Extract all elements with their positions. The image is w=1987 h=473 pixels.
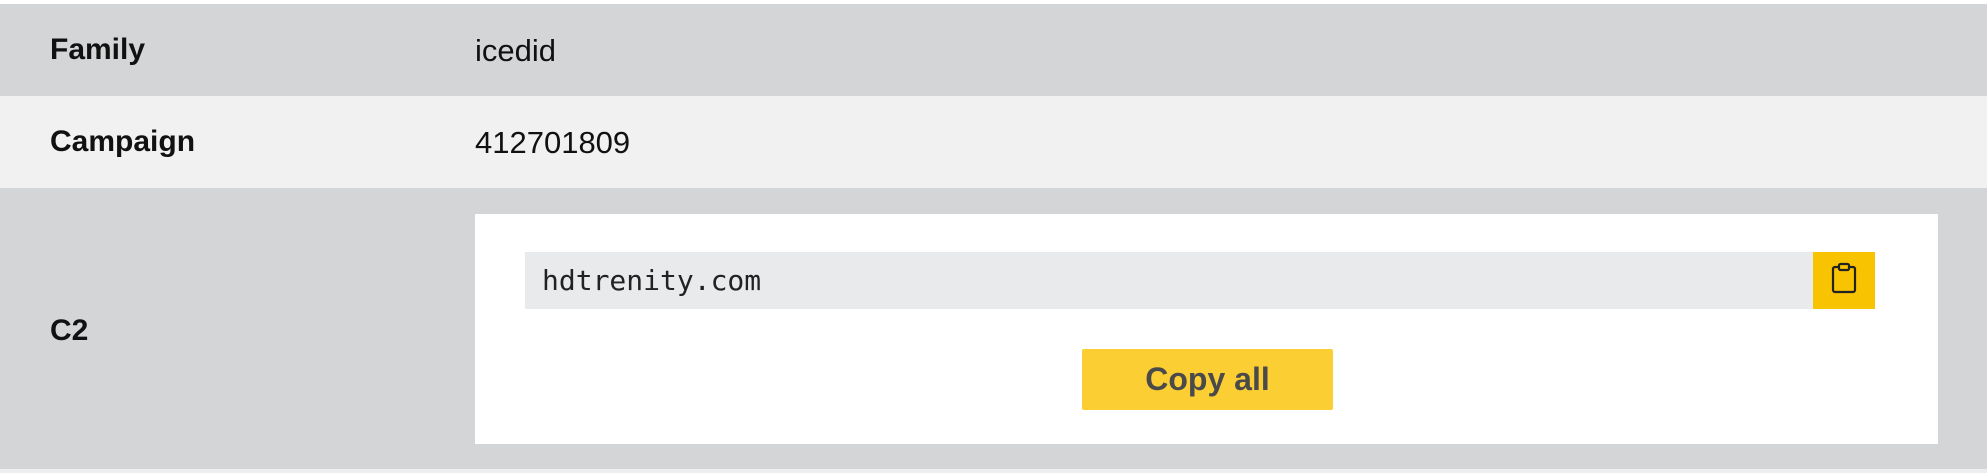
c2-entry-field[interactable]: hdtrenity.com xyxy=(525,252,1815,309)
c2-label: C2 xyxy=(50,314,89,347)
config-table: Family icedid Campaign 412701809 C2 hdtr… xyxy=(0,0,1987,473)
table-bottom-border xyxy=(0,469,1987,473)
table-row-family: Family icedid xyxy=(0,4,1987,96)
c2-card: hdtrenity.com Copy all xyxy=(475,214,1938,444)
family-label: Family xyxy=(50,33,146,66)
table-row-campaign: Campaign 412701809 xyxy=(0,96,1987,188)
copy-all-button[interactable]: Copy all xyxy=(1082,349,1333,410)
campaign-label: Campaign xyxy=(50,125,196,158)
clipboard-icon xyxy=(1831,262,1857,299)
table-row-c2: C2 hdtrenity.com Copy all xyxy=(0,188,1987,469)
copy-entry-button[interactable] xyxy=(1813,252,1875,309)
campaign-value: 412701809 xyxy=(475,125,631,160)
family-value: icedid xyxy=(475,33,556,68)
